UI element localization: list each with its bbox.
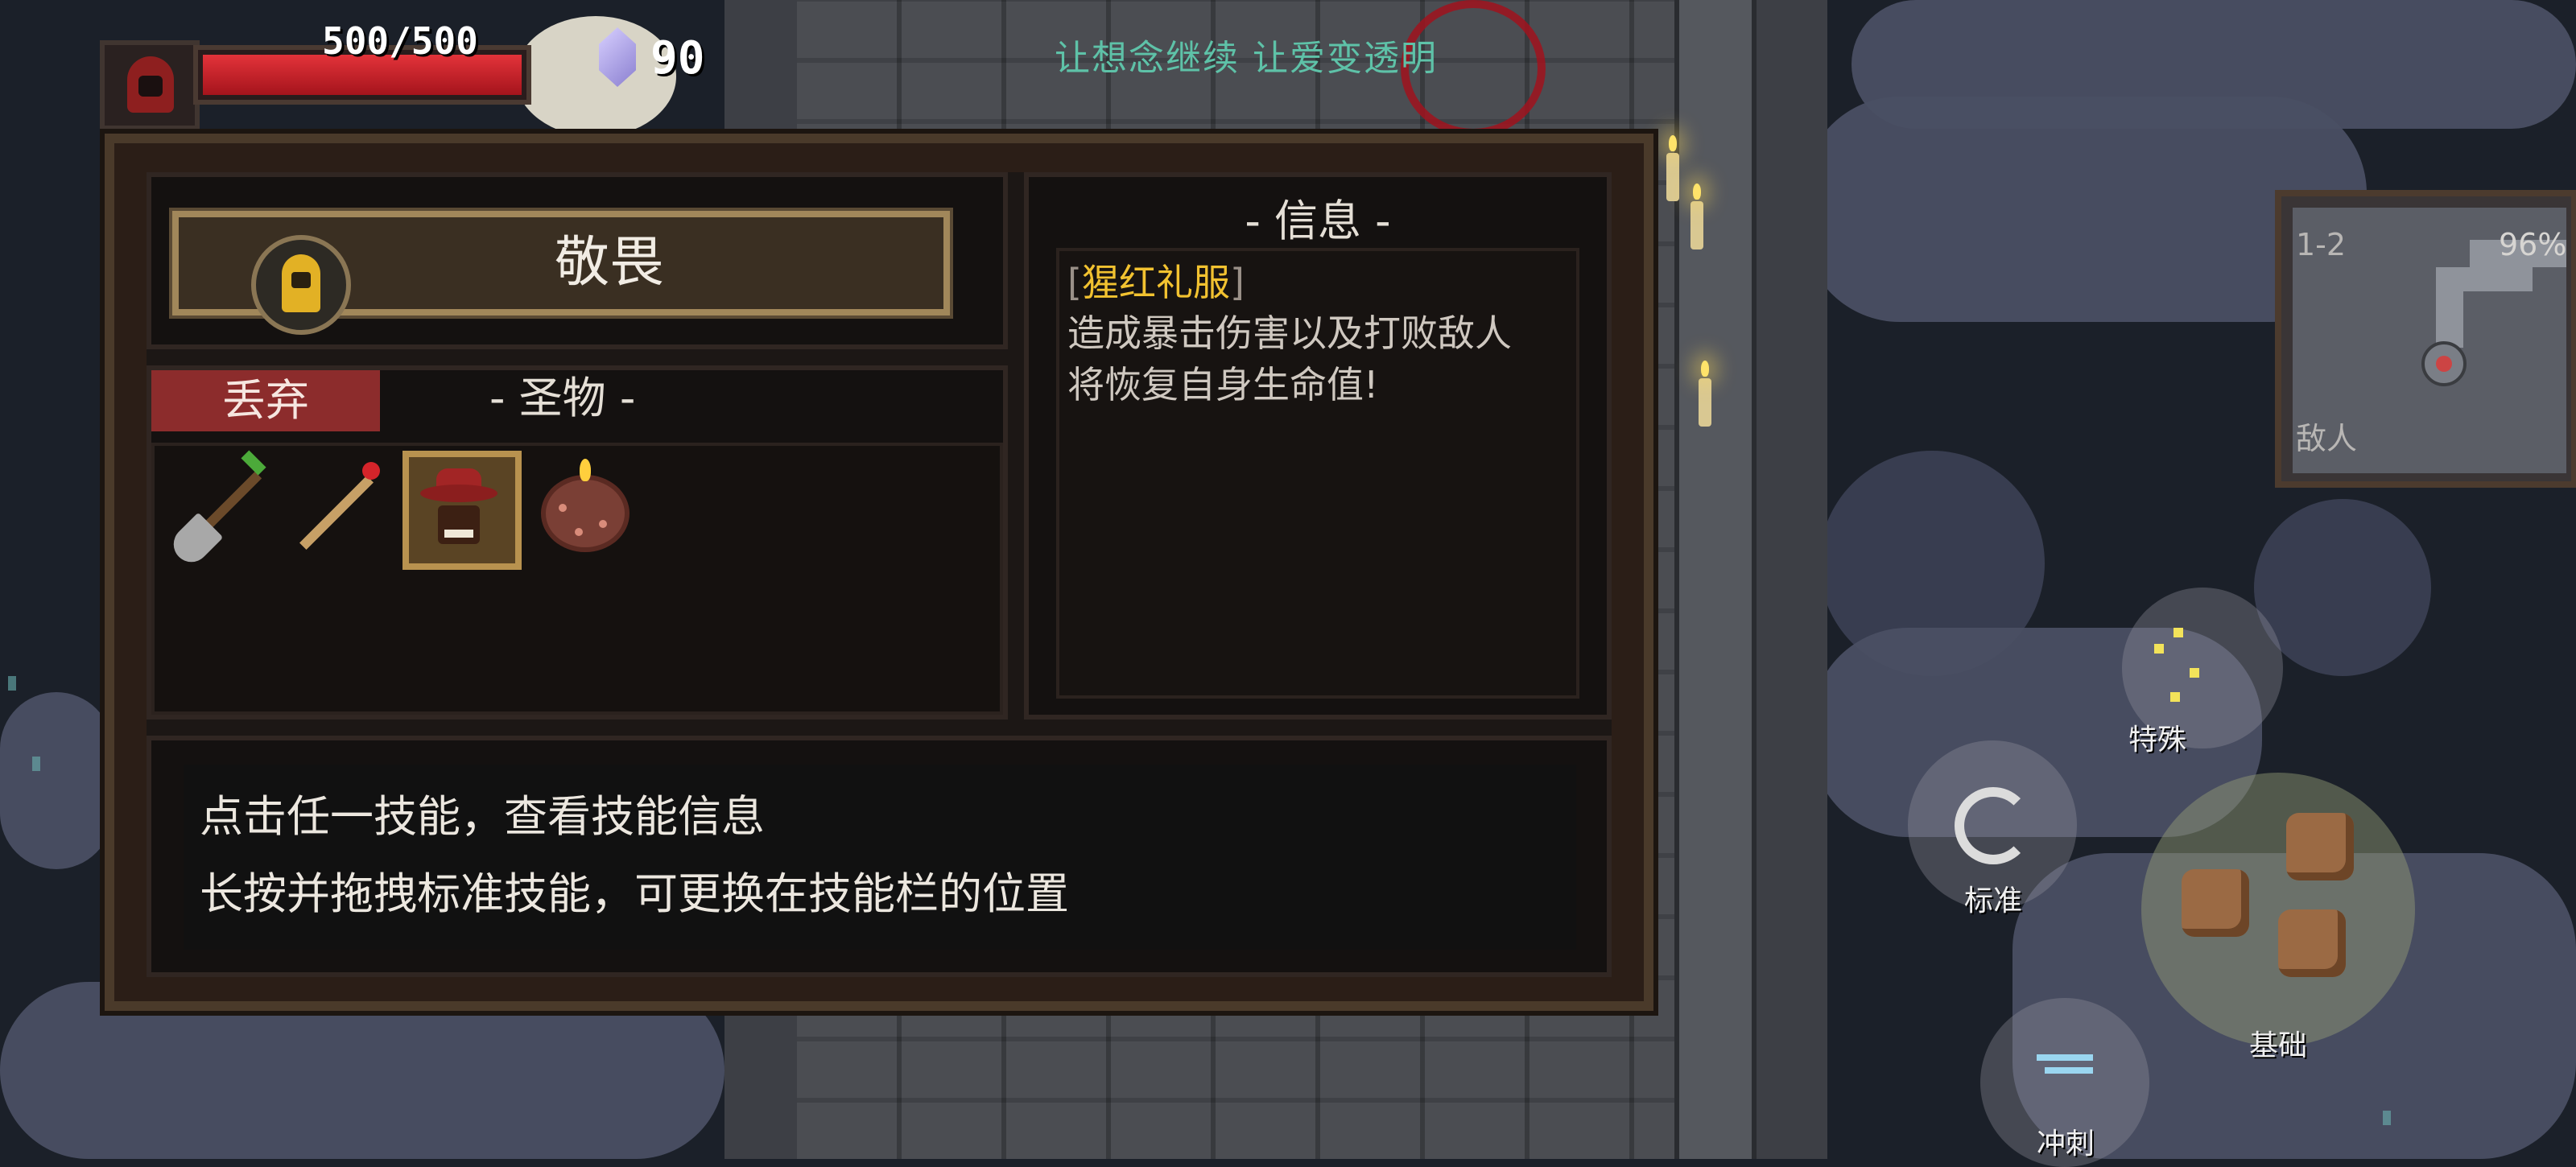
discard-button[interactable]: 丢弃 [151,370,380,431]
special-skill-label: 特殊 [2128,724,2186,757]
star [2383,1111,2391,1125]
cloud [1852,0,2576,129]
relic-grid [151,443,1003,715]
bracket: [ [1067,261,1082,304]
standard-skill-label: 标准 [1963,885,2022,918]
rock-icon [2286,813,2354,880]
minimap-enemies-label: 敌人 [2296,421,2358,456]
help-line-1: 点击任一技能，查看技能信息 [200,791,765,842]
basic-skill-label: 基础 [2248,1029,2307,1062]
rock-icon [2182,869,2249,937]
candle [1699,361,1711,427]
sparkle-icon [2154,644,2164,654]
cloud [0,692,113,869]
sparkle-icon [2190,668,2199,678]
dash-streak [2045,1067,2093,1074]
help-text-area: 点击任一技能，查看技能信息 长按并拖拽标准技能，可更换在技能栏的位置 [184,765,1576,950]
sparkle-icon [2174,628,2183,637]
match-head [362,462,380,480]
portrait-face [138,76,163,97]
item-name: 猩红礼服 [1081,261,1230,304]
hat-brim [420,485,497,502]
relic-slot-red-hat[interactable] [402,451,522,570]
dash-icon [2037,1038,2101,1087]
info-section: - 信息 - [猩红礼服] 造成暴击伤害以及打败敌人 将恢复自身生命值! [1024,172,1612,720]
hat-teeth [444,530,473,538]
boss-room-icon [2421,341,2467,386]
minimap-room [2436,267,2533,291]
swirl-icon [1955,787,2032,864]
relic-slot-shovel[interactable] [166,450,277,570]
player-portrait [100,40,200,130]
item-description-line: 将恢复自身生命值! [1067,363,1379,406]
cake-sprinkle [559,504,567,512]
inventory-panel: 敬畏 丢弃 - 圣物 - - 信息 - [猩红礼服] 造成暴击伤害以及打败敌人 … [105,134,1653,1011]
candle [1666,135,1679,201]
character-name: 敬畏 [554,231,664,295]
gem-count: 90 [650,32,705,85]
relic-slot-match[interactable] [283,454,394,565]
minimap-percent: 96% [2499,227,2567,262]
bracket: ] [1229,261,1245,304]
item-description-line: 造成暴击伤害以及打败敌人 [1067,311,1512,355]
relic-header: - 圣物 - [489,373,636,423]
help-line-2: 长按并拖拽标准技能，可更换在技能栏的位置 [200,868,1069,919]
star [32,757,40,771]
minimap-level: 1-2 [2296,227,2347,262]
cake-sprinkle [599,520,607,528]
selected-item-name: [猩红礼服] [1067,258,1568,307]
info-content: [猩红礼服] 造成暴击伤害以及打败敌人 将恢复自身生命值! [1056,248,1579,699]
health-text: 500/500 [322,19,478,63]
match-icon [299,476,374,550]
dungeon-wall [1674,0,1757,1159]
candle [1690,184,1703,249]
sparkle-icon [2170,692,2180,702]
item-description: 造成暴击伤害以及打败敌人 将恢复自身生命值! [1067,307,1568,410]
character-name-plate[interactable]: 敬畏 [169,208,953,335]
relic-slot-cake[interactable] [530,451,641,562]
info-header: - 信息 - [1245,196,1391,246]
star [8,676,16,691]
dash-streak [2037,1054,2093,1061]
relic-section: 丢弃 - 圣物 - [147,365,1008,720]
dash-skill-label: 冲刺 [2036,1128,2095,1161]
minimap[interactable]: 1-2 96% 敌人 [2275,190,2576,488]
cake-sprinkle [575,528,583,536]
panel-inner: 敬畏 丢弃 - 圣物 - - 信息 - [猩红礼服] 造成暴击伤害以及打败敌人 … [147,172,1612,977]
slogan-text: 让想念继续 让爱变透明 [1055,38,1438,79]
cake-icon [541,475,630,552]
character-name-box: 敬畏 [147,172,1008,349]
hat-face [438,505,480,544]
help-section: 点击任一技能，查看技能信息 长按并拖拽标准技能，可更换在技能栏的位置 [147,736,1612,977]
shovel-grip [241,450,266,476]
rock-icon [2278,909,2346,977]
candle-flame-icon [580,459,591,481]
